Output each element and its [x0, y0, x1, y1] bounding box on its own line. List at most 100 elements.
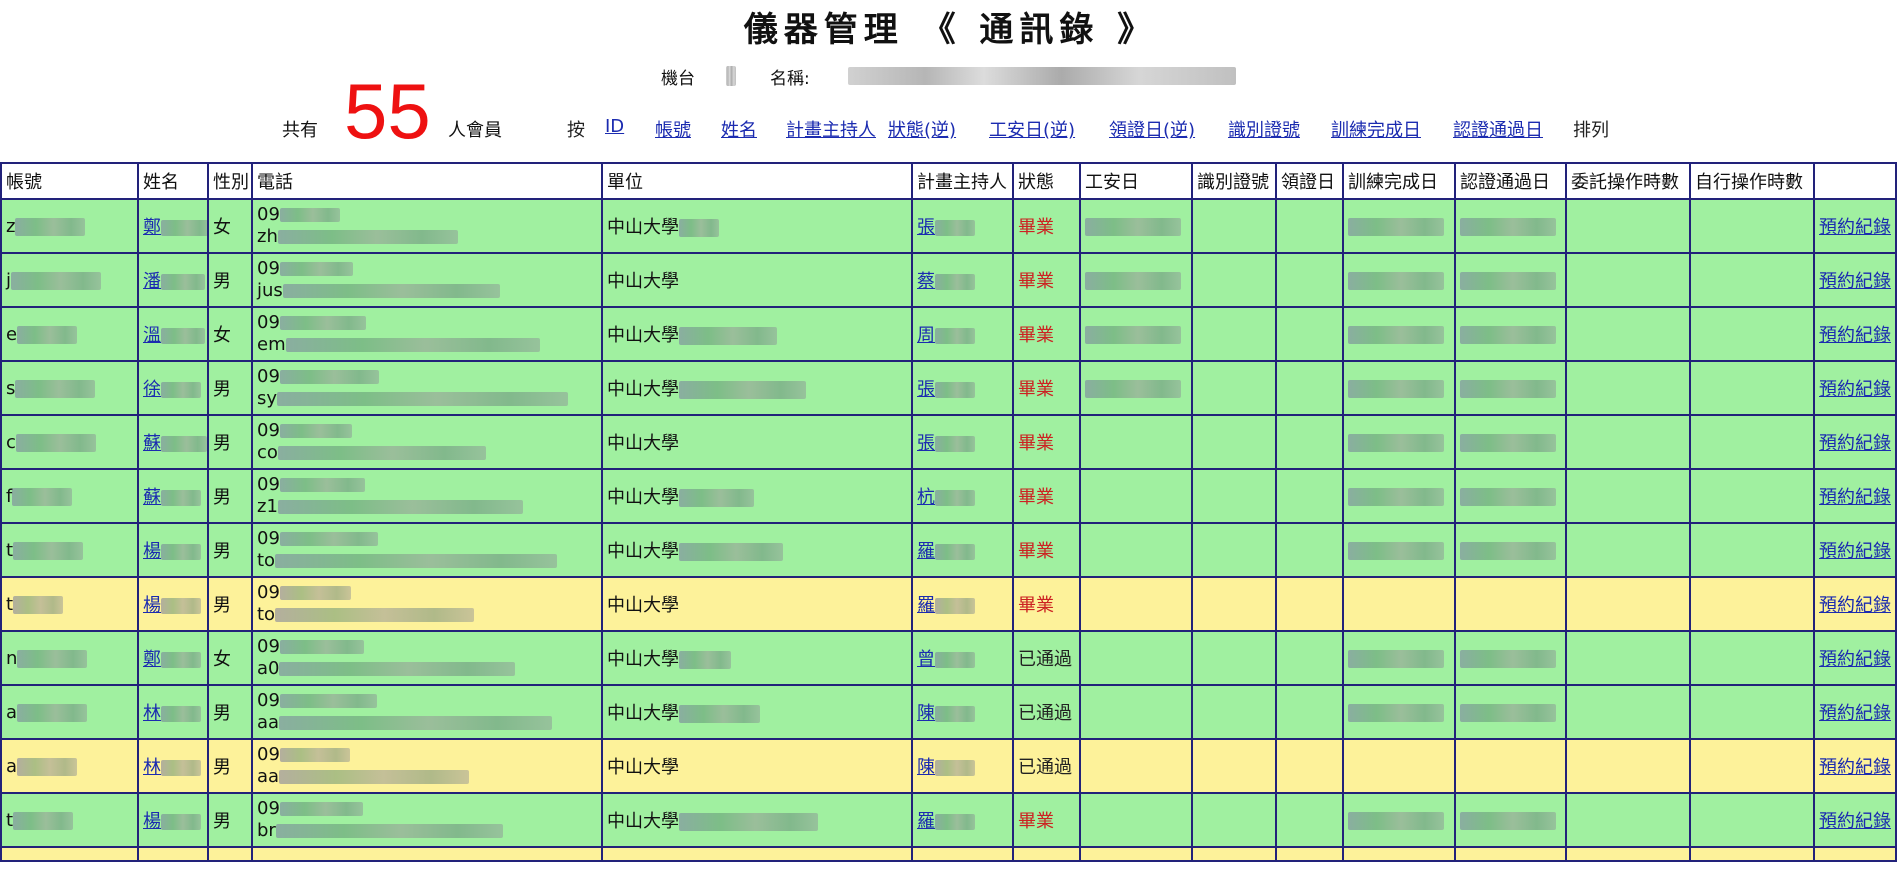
cell-status: 畢業 [1012, 792, 1081, 848]
cell-unit: 中山大學 [601, 360, 913, 416]
redacted-text [1348, 379, 1444, 398]
cell-safety-date [1079, 414, 1193, 470]
booking-record-link[interactable]: 預約紀錄 [1819, 217, 1891, 238]
cell-delegated-hours [1565, 576, 1691, 632]
member-name-link[interactable]: 楊 [143, 595, 201, 616]
booking-record-link[interactable]: 預約紀錄 [1819, 703, 1891, 724]
pi-link[interactable]: 陳 [917, 703, 975, 724]
cell-account: f [0, 468, 139, 524]
sort-link-badge-id[interactable]: 識別證號 [1228, 116, 1300, 142]
redacted-text [161, 436, 206, 452]
redacted-text [935, 814, 975, 830]
pi-link[interactable]: 羅 [917, 541, 975, 562]
cell-gender: 女 [207, 198, 253, 254]
cell-actions: 預約紀錄 [1813, 792, 1897, 848]
pi-link[interactable]: 蔡 [917, 271, 975, 292]
cell-safety-date [1079, 684, 1193, 740]
cell-training-date [1342, 522, 1456, 578]
redacted-text [13, 811, 74, 830]
status-label: 畢業 [1018, 487, 1054, 508]
sort-suffix: 排列 [1573, 120, 1609, 141]
col-header-pi: 計畫主持人 [911, 162, 1014, 200]
cell-badge-id [1191, 414, 1277, 470]
redacted-text [279, 208, 340, 222]
cell-unit: 中山大學 [601, 522, 913, 578]
sort-link-name[interactable]: 姓名 [721, 116, 757, 142]
booking-record-link[interactable]: 預約紀錄 [1819, 649, 1891, 670]
cell-pi: 張 [911, 360, 1014, 416]
member-name-link[interactable]: 楊 [143, 541, 201, 562]
cell-training-date [1342, 738, 1456, 794]
cell-actions: 預約紀錄 [1813, 468, 1897, 524]
col-header-safety-date: 工安日 [1079, 162, 1193, 200]
redacted-text [279, 370, 379, 384]
booking-record-link[interactable]: 預約紀錄 [1819, 325, 1891, 346]
cell-gender: 男 [207, 792, 253, 848]
redacted-text [1460, 325, 1556, 344]
table-row: e 溫女 09 em 中山大學周 畢業 預約紀錄 [0, 306, 1897, 362]
sort-link-cert-date[interactable]: 認證通過日 [1453, 116, 1543, 142]
cell-pi: 張 [911, 198, 1014, 254]
sort-prefix: 按 [567, 120, 585, 141]
member-name-link[interactable]: 蘇 [143, 433, 206, 454]
redacted-text [279, 532, 378, 546]
member-name-link[interactable]: 潘 [143, 271, 205, 292]
member-name-link[interactable]: 蘇 [143, 487, 201, 508]
pi-link[interactable]: 張 [917, 379, 975, 400]
sort-link-pi[interactable]: 計畫主持人 [786, 116, 876, 142]
table-row: s 徐男 09 sy 中山大學張 畢業 預約紀錄 [0, 360, 1897, 416]
sort-link-license-date-desc[interactable]: 領證日(逆) [1109, 116, 1195, 142]
member-name-link[interactable]: 鄭 [143, 217, 206, 238]
sort-link-safety-date-desc[interactable]: 工安日(逆) [989, 116, 1075, 142]
member-name-link[interactable]: 溫 [143, 325, 205, 346]
cell-unit: 中山大學 [601, 198, 913, 254]
booking-record-link[interactable]: 預約紀錄 [1819, 487, 1891, 508]
pi-link[interactable]: 陳 [917, 757, 975, 778]
cell-account: n [0, 630, 139, 686]
cell-gender: 男 [207, 522, 253, 578]
booking-record-link[interactable]: 預約紀錄 [1819, 757, 1891, 778]
booking-record-link[interactable]: 預約紀錄 [1819, 595, 1891, 616]
sort-link-status-desc[interactable]: 狀態(逆) [888, 116, 956, 142]
pi-link[interactable]: 羅 [917, 811, 975, 832]
col-header-training-date: 訓練完成日 [1342, 162, 1456, 200]
cell-phone: 09 to [251, 576, 603, 632]
col-header-actions [1813, 162, 1897, 200]
cell-unit: 中山大學 [601, 306, 913, 362]
cell-status: 畢業 [1012, 198, 1081, 254]
pi-link[interactable]: 張 [917, 433, 975, 454]
cell-name: 楊 [137, 576, 209, 632]
pi-link[interactable]: 周 [917, 325, 975, 346]
cell-status: 畢業 [1012, 522, 1081, 578]
booking-record-link[interactable]: 預約紀錄 [1819, 271, 1891, 292]
cell-name: 林 [137, 738, 209, 794]
member-name-link[interactable]: 徐 [143, 379, 201, 400]
redacted-text [1085, 379, 1181, 398]
sort-link-account[interactable]: 帳號 [655, 116, 691, 142]
member-name-link[interactable]: 楊 [143, 811, 201, 832]
cell-gender: 男 [207, 468, 253, 524]
sort-link-training-date[interactable]: 訓練完成日 [1331, 116, 1421, 142]
pi-link[interactable]: 羅 [917, 595, 975, 616]
cell-name: 徐 [137, 360, 209, 416]
booking-record-link[interactable]: 預約紀錄 [1819, 379, 1891, 400]
cell-gender: 男 [207, 738, 253, 794]
pi-link[interactable]: 曾 [917, 649, 975, 670]
redacted-text [1348, 649, 1444, 668]
cell-pi: 羅 [911, 522, 1014, 578]
cell-pi: 蔡 [911, 252, 1014, 308]
cell-unit: 中山大學 [601, 630, 913, 686]
member-name-link[interactable]: 鄭 [143, 649, 201, 670]
booking-record-link[interactable]: 預約紀錄 [1819, 811, 1891, 832]
member-name-link[interactable]: 林 [143, 757, 201, 778]
member-name-link[interactable]: 林 [143, 703, 201, 724]
cell-account: j [0, 252, 139, 308]
sort-link-id[interactable]: ID [605, 116, 624, 137]
pi-link[interactable]: 杭 [917, 487, 975, 508]
redacted-text [935, 544, 975, 560]
pi-link[interactable]: 張 [917, 217, 975, 238]
redacted-text [1348, 433, 1444, 452]
table-row: j 潘男 09 jus 中山大學蔡 畢業 預約紀錄 [0, 252, 1897, 308]
booking-record-link[interactable]: 預約紀錄 [1819, 541, 1891, 562]
booking-record-link[interactable]: 預約紀錄 [1819, 433, 1891, 454]
